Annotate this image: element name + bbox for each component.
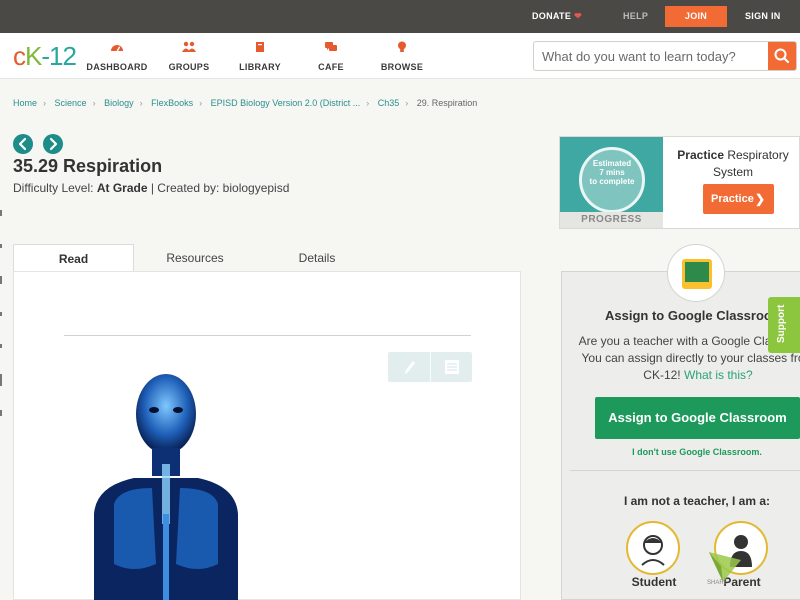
help-link[interactable]: HELP <box>623 0 648 33</box>
sign-in-link[interactable]: SIGN IN <box>745 0 781 33</box>
previous-lesson-button[interactable] <box>13 134 33 154</box>
not-teacher-heading: I am not a teacher, I am a: <box>623 494 771 508</box>
divider <box>570 470 800 471</box>
breadcrumb-biology[interactable]: Biology <box>104 98 134 108</box>
chevron-right-icon: › <box>199 98 203 108</box>
chevron-right-icon: ❯ <box>754 192 765 206</box>
ck12-logo[interactable]: cK-12 <box>13 41 77 72</box>
top-bar: DONATE ❤ HELP JOIN SIGN IN <box>0 0 800 33</box>
edge-mark <box>0 374 2 386</box>
edge-mark <box>0 210 2 216</box>
tab-resources[interactable]: Resources <box>134 244 256 272</box>
edge-mark <box>0 344 2 348</box>
lightbulb-icon <box>398 41 406 52</box>
join-button[interactable]: JOIN <box>665 6 727 27</box>
library-icon <box>256 42 264 52</box>
breadcrumb-science[interactable]: Science <box>55 98 87 108</box>
main-nav: cK-12 DASHBOARD GROUPS LIBRARY CAFE BROW… <box>0 33 800 79</box>
edge-mark <box>0 312 2 316</box>
chevron-left-icon <box>18 137 27 151</box>
nav-groups[interactable]: GROUPS <box>154 41 224 75</box>
student-avatar-icon <box>641 535 665 566</box>
what-is-this-link[interactable]: What is this? <box>684 368 753 382</box>
notes-icon <box>445 360 459 374</box>
nav-cafe[interactable]: CAFE <box>296 41 366 75</box>
lesson-meta: Difficulty Level: At Grade | Created by:… <box>13 181 289 195</box>
share-label: SHARE <box>707 580 728 586</box>
breadcrumb-flexbooks[interactable]: FlexBooks <box>151 98 193 108</box>
dashboard-icon <box>111 45 123 52</box>
estimated-time: Estimated 7 mins to complete <box>589 159 635 186</box>
progress-panel: Estimated 7 mins to complete PROGRESS <box>560 137 663 228</box>
google-classroom-badge <box>667 244 725 302</box>
nav-library[interactable]: LIBRARY <box>225 41 295 75</box>
chevron-right-icon: › <box>43 98 47 108</box>
next-lesson-button[interactable] <box>43 134 63 154</box>
breadcrumb-book[interactable]: EPISD Biology Version 2.0 (District ... <box>211 98 361 108</box>
no-google-classroom-link[interactable]: I don't use Google Classroom. <box>562 447 800 457</box>
practice-title: Practice Respiratory System <box>677 148 789 179</box>
notes-button[interactable] <box>430 352 472 382</box>
breadcrumb: Home › Science › Biology › FlexBooks › EPISD… <box>13 98 477 108</box>
page-title: 35.29 Respiration <box>13 156 163 176</box>
practice-button[interactable]: Practice ❯ <box>703 184 774 214</box>
breadcrumb-chapter[interactable]: Ch35 <box>378 98 400 108</box>
search-input[interactable] <box>534 42 768 70</box>
assign-description: Are you a teacher with a Google Classroo… <box>578 334 800 382</box>
chevron-right-icon: › <box>139 98 143 108</box>
divider <box>64 335 471 336</box>
chevron-right-icon: › <box>405 98 409 108</box>
share-icon[interactable] <box>707 548 743 584</box>
tab-read[interactable]: Read <box>13 244 134 272</box>
groups-icon <box>182 41 196 52</box>
difficulty-label: Difficulty Level: <box>13 181 94 195</box>
search-button[interactable] <box>768 42 796 70</box>
practice-card: Estimated 7 mins to complete PROGRESS Pr… <box>559 136 800 229</box>
tab-details[interactable]: Details <box>256 244 378 272</box>
nav-dashboard[interactable]: DASHBOARD <box>82 41 152 75</box>
highlight-button[interactable] <box>388 352 430 382</box>
google-classroom-icon <box>682 259 712 289</box>
edge-mark <box>0 276 2 284</box>
nav-browse[interactable]: BROWSE <box>367 41 437 75</box>
breadcrumb-home[interactable]: Home <box>13 98 37 108</box>
search-icon <box>774 48 790 64</box>
heart-icon: ❤ <box>574 11 582 21</box>
chevron-right-icon: › <box>92 98 96 108</box>
edge-mark <box>0 410 2 416</box>
annotation-toolbar <box>388 352 472 382</box>
student-role-button[interactable] <box>626 521 680 575</box>
lesson-content <box>13 271 521 600</box>
donate-link[interactable]: DONATE ❤ <box>532 0 582 33</box>
progress-label: PROGRESS <box>560 212 663 228</box>
support-tab[interactable]: Support <box>768 297 800 353</box>
breadcrumb-current: 29. Respiration <box>416 98 478 108</box>
chat-bubbles-icon <box>325 42 337 51</box>
chevron-right-icon: › <box>366 98 370 108</box>
google-classroom-panel: Assign to Google Classroom Are you a tea… <box>561 271 800 600</box>
chevron-right-icon <box>49 137 58 151</box>
pencil-icon <box>405 361 415 374</box>
assign-title: Assign to Google Classroom <box>605 308 784 323</box>
difficulty-value: At Grade <box>96 181 148 195</box>
created-by: | Created by: biologyepisd <box>150 181 290 195</box>
edge-mark <box>0 244 2 248</box>
content-tabs: Read Resources Details <box>13 244 521 272</box>
assign-google-classroom-button[interactable]: Assign to Google Classroom <box>595 397 800 439</box>
search-box <box>533 41 797 71</box>
student-label: Student <box>631 575 677 589</box>
respiratory-system-illustration <box>94 374 238 600</box>
